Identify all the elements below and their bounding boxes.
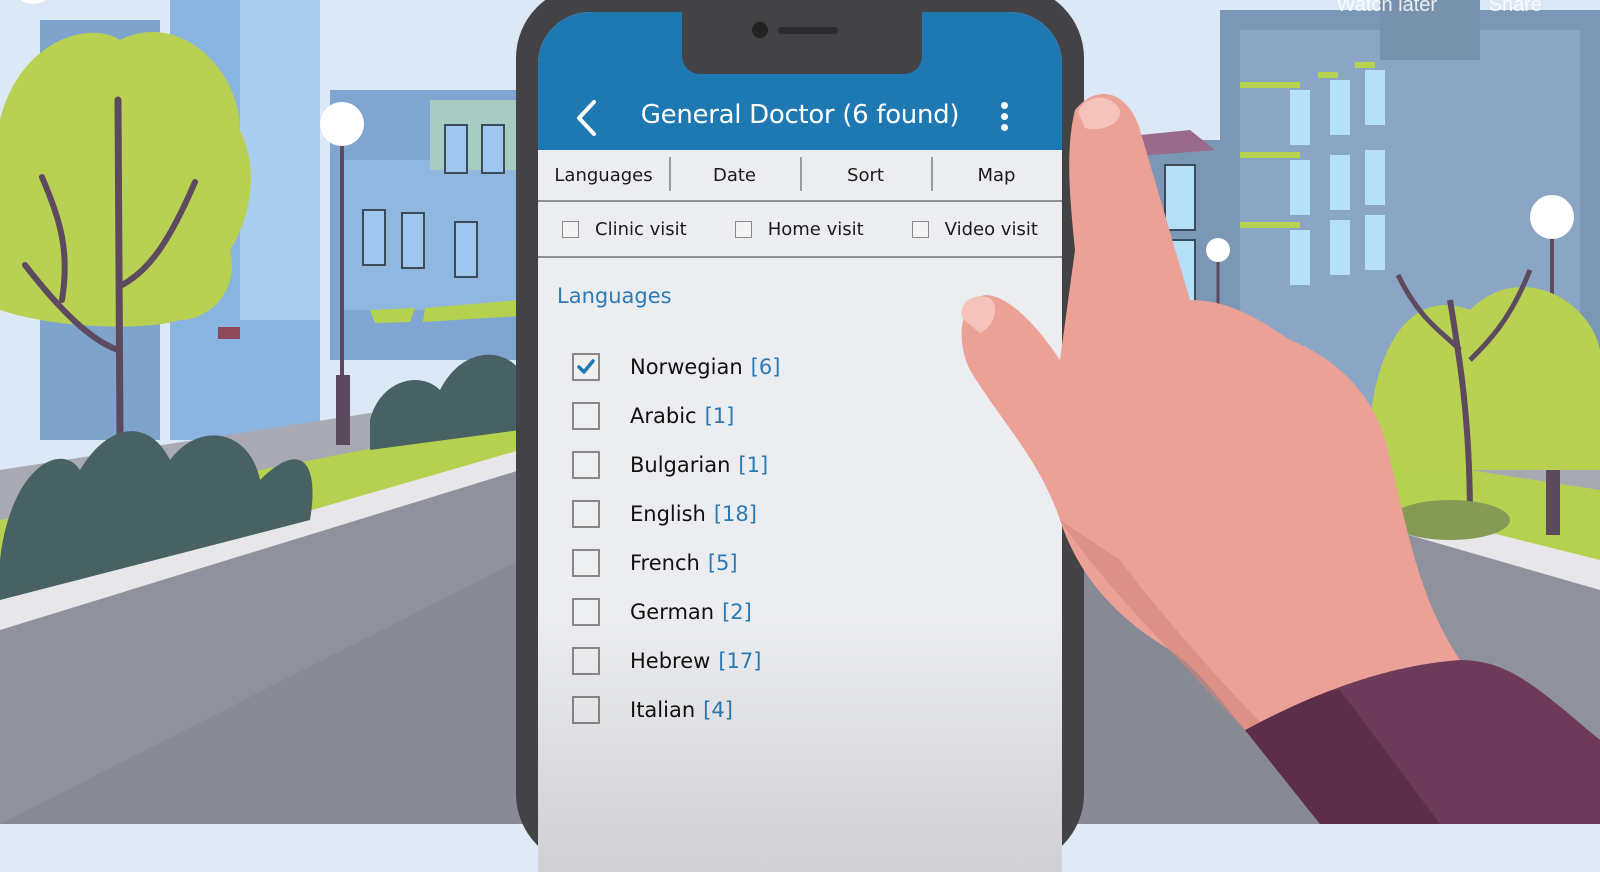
language-option-german[interactable]: German [2] — [572, 587, 780, 636]
checkbox[interactable] — [572, 597, 600, 626]
checkbox[interactable] — [734, 220, 752, 238]
speaker-icon — [778, 27, 838, 34]
tab-date[interactable]: Date — [669, 156, 800, 191]
language-name: German — [630, 599, 715, 624]
language-count: [1] — [704, 403, 735, 428]
checkbox[interactable] — [572, 450, 600, 479]
clinic-visit-checkbox[interactable]: Clinic visit — [562, 219, 687, 240]
share-button[interactable]: Share — [1489, 0, 1542, 16]
page-title: General Doctor (6 found) — [640, 100, 960, 130]
language-name: Italian — [630, 697, 696, 722]
language-option-arabic[interactable]: Arabic [1] — [572, 391, 780, 440]
watch-later-button[interactable]: Watch later — [1337, 0, 1437, 16]
checkmark-icon — [577, 358, 595, 374]
checkbox[interactable] — [572, 646, 600, 675]
language-count: [6] — [750, 354, 781, 379]
language-name: French — [630, 550, 700, 575]
phone-screen: General Doctor (6 found) Languages Date … — [538, 12, 1062, 872]
more-vertical-icon — [1000, 102, 1008, 109]
phone-notch — [682, 12, 922, 74]
language-name: English — [630, 501, 706, 526]
language-name: Arabic — [630, 403, 697, 428]
languages-section-title: Languages — [557, 284, 672, 308]
checkbox[interactable] — [911, 220, 929, 238]
language-option-norwegian[interactable]: Norwegian [6] — [572, 342, 780, 391]
tab-map[interactable]: Map — [931, 156, 1062, 191]
checkbox[interactable] — [572, 695, 600, 724]
tab-languages[interactable]: Languages — [538, 165, 669, 186]
checkbox[interactable] — [572, 401, 600, 430]
language-option-french[interactable]: French [5] — [572, 538, 780, 587]
video-overlay-actions: Watch later Share — [1291, 0, 1542, 17]
checkbox[interactable] — [572, 499, 600, 528]
language-count: [4] — [703, 697, 733, 722]
language-name: Bulgarian — [630, 452, 731, 477]
phone-device: General Doctor (6 found) Languages Date … — [516, 0, 1084, 872]
filter-tabs: Languages Date Sort Map — [538, 150, 1062, 202]
language-name: Norwegian — [630, 354, 743, 379]
language-option-hebrew[interactable]: Hebrew [17] — [572, 636, 780, 685]
checkbox-checked[interactable] — [572, 352, 600, 381]
home-visit-checkbox[interactable]: Home visit — [734, 218, 864, 240]
language-count: [1] — [738, 452, 769, 477]
home-visit-label: Home visit — [767, 218, 864, 240]
language-option-italian[interactable]: Italian [4] — [572, 685, 780, 734]
video-visit-label: Video visit — [944, 218, 1038, 240]
clinic-visit-label: Clinic visit — [595, 218, 687, 240]
tab-sort[interactable]: Sort — [800, 156, 931, 191]
language-count: [2] — [722, 599, 752, 624]
language-name: Hebrew — [630, 648, 711, 673]
language-count: [5] — [707, 550, 738, 575]
language-count: [17] — [718, 648, 762, 673]
checkbox[interactable] — [572, 548, 600, 577]
language-option-bulgarian[interactable]: Bulgarian [1] — [572, 440, 780, 489]
video-visit-checkbox[interactable]: Video visit — [911, 218, 1038, 240]
language-option-english[interactable]: English [18] — [572, 489, 780, 538]
checkbox[interactable] — [562, 220, 579, 238]
camera-icon — [752, 22, 768, 38]
language-count: [18] — [713, 501, 757, 526]
language-list: Norwegian [6] Arabic [1] Bulgarian [1] E… — [572, 342, 780, 734]
visit-type-filters: Clinic visit Home visit Video visit — [538, 202, 1062, 258]
more-menu-button[interactable] — [994, 100, 1014, 134]
